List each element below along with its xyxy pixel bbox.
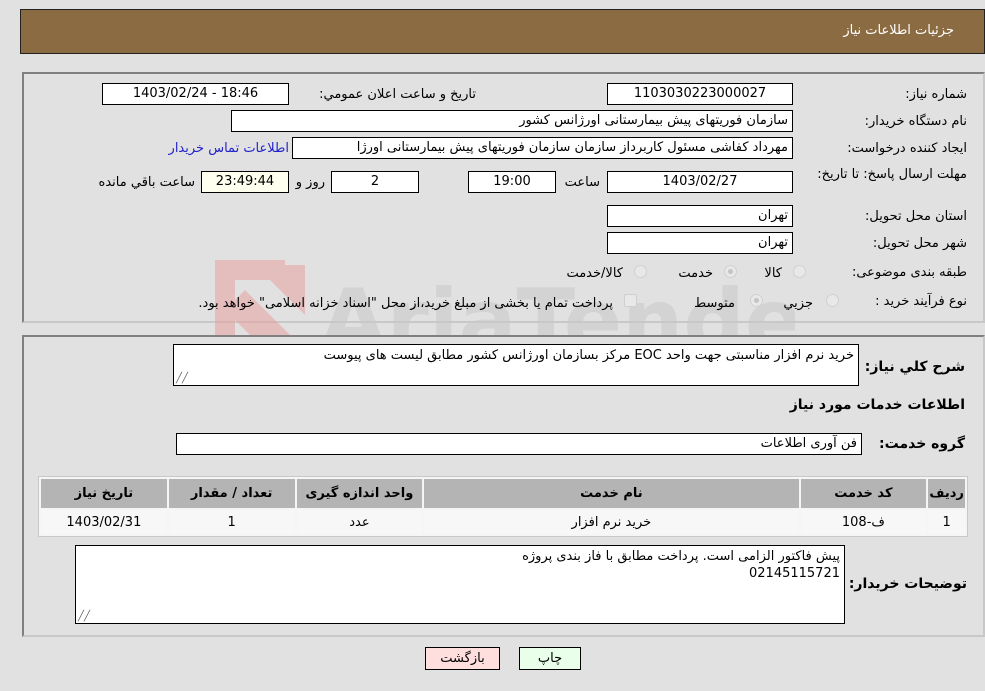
service-group-label: گروه خدمت: (879, 436, 965, 452)
col-header-service-code: کد خدمت (800, 479, 927, 508)
category-option-goods: کالا (764, 266, 782, 281)
cell-service-code: ف-108 (800, 510, 927, 534)
deadline-label: مهلت ارسال پاسخ: تا تاریخ: (817, 167, 967, 182)
cell-unit: عدد (296, 510, 423, 534)
col-header-quantity: تعداد / مقدار (168, 479, 295, 508)
cell-service-name: خريد نرم افزار (424, 510, 799, 534)
description-label: شرح کلي نياز: (864, 359, 965, 375)
col-header-need-date: تاريخ نياز (41, 479, 167, 508)
buyer-notes-line1: پیش فاکتور الزامی است. پرداخت مطابق با ف… (522, 549, 840, 564)
cell-need-date: 1403/02/31 (41, 510, 167, 534)
city-field: تهران (607, 232, 793, 254)
need-number-label: شماره نیاز: (905, 87, 967, 102)
purchase-type-label: نوع فرآيند خريد : (875, 294, 967, 309)
back-button[interactable]: بازگشت (425, 647, 500, 670)
col-header-service-name: نام خدمت (424, 479, 799, 508)
announce-datetime-field: 1403/02/24 - 18:46 (102, 83, 289, 105)
remaining-time-label: ساعت باقي مانده (98, 175, 195, 190)
remaining-time-field: 23:49:44 (201, 171, 289, 193)
services-table: رديف کد خدمت نام خدمت واحد اندازه گيری ت… (38, 476, 968, 537)
purchase-radio-medium[interactable] (750, 294, 763, 307)
table-header-row: رديف کد خدمت نام خدمت واحد اندازه گيری ت… (41, 479, 965, 508)
city-label: شهر محل تحويل: (872, 236, 967, 251)
page-title: جزئیات اطلاعات نیاز (843, 23, 954, 38)
treasury-checkbox[interactable] (624, 294, 637, 307)
need-number-field: 1103030223000027 (607, 83, 793, 105)
col-header-unit: واحد اندازه گيری (296, 479, 423, 508)
requester-field: مهرداد کفاشی مسئول کاربرداز سازمان سازما… (292, 137, 793, 159)
cell-quantity: 1 (168, 510, 295, 534)
purchase-option-minor: جزيي (783, 296, 813, 311)
description-textarea[interactable]: خرید نرم افزار مناسبتی جهت واحد EOC مرکز… (173, 344, 859, 386)
resize-grip-icon[interactable]: ╲╲ (176, 373, 188, 384)
buyer-org-label: نام دستگاه خريدار: (864, 114, 967, 129)
buyer-notes-line2: 02145115721 (749, 566, 840, 581)
purchase-radio-minor[interactable] (826, 294, 839, 307)
province-field: تهران (607, 205, 793, 227)
purchase-option-medium: متوسط (694, 296, 735, 311)
col-header-row-number: رديف (928, 479, 965, 508)
buyer-contact-link[interactable]: اطلاعات تماس خريدار (169, 141, 289, 156)
deadline-date-field: 1403/02/27 (607, 171, 793, 193)
service-group-field: فن آوری اطلاعات (176, 433, 862, 455)
category-radio-goods-service[interactable] (634, 265, 647, 278)
category-option-goods-service: کالا/خدمت (566, 266, 623, 281)
category-radio-service[interactable] (724, 265, 737, 278)
treasury-note: پرداخت تمام يا بخشی از مبلغ خريد،از محل … (198, 296, 613, 311)
buyer-org-field: سازمان فوریتهای پیش بیمارستانی اورژانس ک… (231, 110, 793, 132)
resize-grip-icon[interactable]: ╲╲ (78, 611, 90, 622)
services-section-title: اطلاعات خدمات مورد نياز (789, 397, 965, 413)
cell-row-number: 1 (928, 510, 965, 534)
category-label: طبقه بندی موضوعی: (851, 265, 967, 280)
requester-label: ايجاد کننده درخواست: (847, 141, 967, 156)
announce-datetime-label: تاریخ و ساعت اعلان عمومي: (319, 87, 476, 102)
page-header: جزئیات اطلاعات نیاز (20, 9, 985, 54)
table-row: 1 ف-108 خريد نرم افزار عدد 1 1403/02/31 (41, 510, 965, 534)
print-button[interactable]: چاپ (519, 647, 581, 670)
deadline-time-field: 19:00 (468, 171, 556, 193)
description-text: خرید نرم افزار مناسبتی جهت واحد EOC مرکز… (323, 348, 854, 363)
days-label: روز و (295, 175, 325, 190)
category-radio-goods[interactable] (793, 265, 806, 278)
province-label: استان محل تحويل: (865, 209, 967, 224)
deadline-time-label: ساعت (564, 175, 600, 190)
buyer-notes-textarea[interactable]: پیش فاکتور الزامی است. پرداخت مطابق با ف… (75, 545, 845, 624)
category-option-service: خدمت (678, 266, 713, 281)
deadline-days-field: 2 (331, 171, 419, 193)
buyer-notes-label: توضيحات خريدار: (848, 576, 967, 592)
